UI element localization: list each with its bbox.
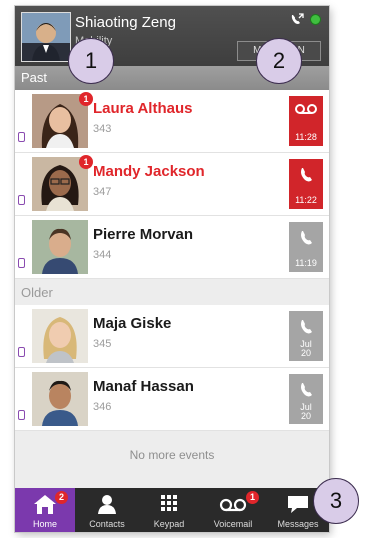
contact-extension: 345 <box>93 338 112 350</box>
call-time: 11:28 <box>295 132 317 142</box>
call-action-tile[interactable]: 11:28 <box>289 96 323 146</box>
call-time: 11:19 <box>295 258 317 268</box>
tab-voicemail[interactable]: 1 Voicemail <box>201 488 265 532</box>
home-badge: 2 <box>55 491 68 504</box>
tab-keypad[interactable]: Keypad <box>139 488 199 532</box>
missed-count-badge: 1 <box>79 92 93 106</box>
header-status-icons <box>290 13 321 25</box>
user-name: Shiaoting Zeng <box>75 14 176 31</box>
voicemail-badge: 1 <box>246 491 259 504</box>
missed-count-badge: 1 <box>79 155 93 169</box>
call-action-tile[interactable]: Jul 20 <box>289 311 323 361</box>
phone-screen: Shiaoting Zeng Mobility Mobility ON Past… <box>15 6 329 532</box>
user-avatar[interactable] <box>21 12 71 62</box>
device-mobile-icon <box>18 195 25 205</box>
phone-icon <box>301 231 312 245</box>
phone-forward-icon <box>291 13 304 24</box>
voicemail-icon <box>295 104 317 114</box>
call-row-manaf-hassan[interactable]: Manaf Hassan 346 Jul 20 <box>15 368 329 431</box>
tab-home[interactable]: 2 Home <box>15 488 75 532</box>
bottom-tab-bar: 2 Home Contacts Keypad 1 Voicemail Messa… <box>15 488 329 532</box>
call-date: Jul 20 <box>289 403 323 421</box>
call-row-laura-althaus[interactable]: 1 Laura Althaus 343 11:28 <box>15 90 329 153</box>
presence-status-icon <box>310 13 321 25</box>
device-mobile-icon <box>18 347 25 357</box>
contact-name: Mandy Jackson <box>93 163 205 180</box>
device-mobile-icon <box>18 132 25 142</box>
contact-name: Manaf Hassan <box>93 378 194 395</box>
tab-contacts-label: Contacts <box>89 519 125 529</box>
call-row-maja-giske[interactable]: Maja Giske 345 Jul 20 <box>15 305 329 368</box>
device-mobile-icon <box>18 258 25 268</box>
tab-messages-label: Messages <box>277 519 319 529</box>
contact-extension: 343 <box>93 123 112 135</box>
contact-photo <box>32 309 88 363</box>
contact-photo <box>32 220 88 274</box>
call-date-day: 20 <box>300 348 311 358</box>
call-action-tile[interactable]: 11:19 <box>289 222 323 272</box>
device-mobile-icon <box>18 410 25 420</box>
contact-extension: 346 <box>93 401 112 413</box>
section-header-older: Older <box>15 281 329 305</box>
callout-1: 1 <box>68 38 114 84</box>
call-action-tile[interactable]: Jul 20 <box>289 374 323 424</box>
contact-photo <box>32 372 88 426</box>
phone-icon <box>301 320 312 334</box>
contact-name: Maja Giske <box>93 315 172 332</box>
tab-voicemail-label: Voicemail <box>213 519 253 529</box>
contact-name: Pierre Morvan <box>93 226 194 243</box>
contact-name: Laura Althaus <box>93 100 193 117</box>
keypad-icon <box>161 495 177 511</box>
phone-icon <box>301 383 312 397</box>
call-date: Jul 20 <box>289 340 323 358</box>
call-time: 11:22 <box>295 195 317 205</box>
no-more-events-label: No more events <box>129 448 215 462</box>
contact-extension: 344 <box>93 249 112 261</box>
call-row-mandy-jackson[interactable]: 1 Mandy Jackson 347 11:22 <box>15 153 329 216</box>
call-action-tile[interactable]: 11:22 <box>289 159 323 209</box>
tab-keypad-label: Keypad <box>153 519 185 529</box>
callout-3: 3 <box>313 478 359 524</box>
phone-icon <box>301 168 312 182</box>
tab-home-label: Home <box>32 519 57 529</box>
call-date-day: 20 <box>300 411 311 421</box>
call-row-pierre-morvan[interactable]: Pierre Morvan 344 11:19 <box>15 216 329 279</box>
tab-contacts[interactable]: Contacts <box>77 488 137 532</box>
contact-extension: 347 <box>93 186 112 198</box>
contacts-icon <box>98 495 116 514</box>
callout-2: 2 <box>256 38 302 84</box>
